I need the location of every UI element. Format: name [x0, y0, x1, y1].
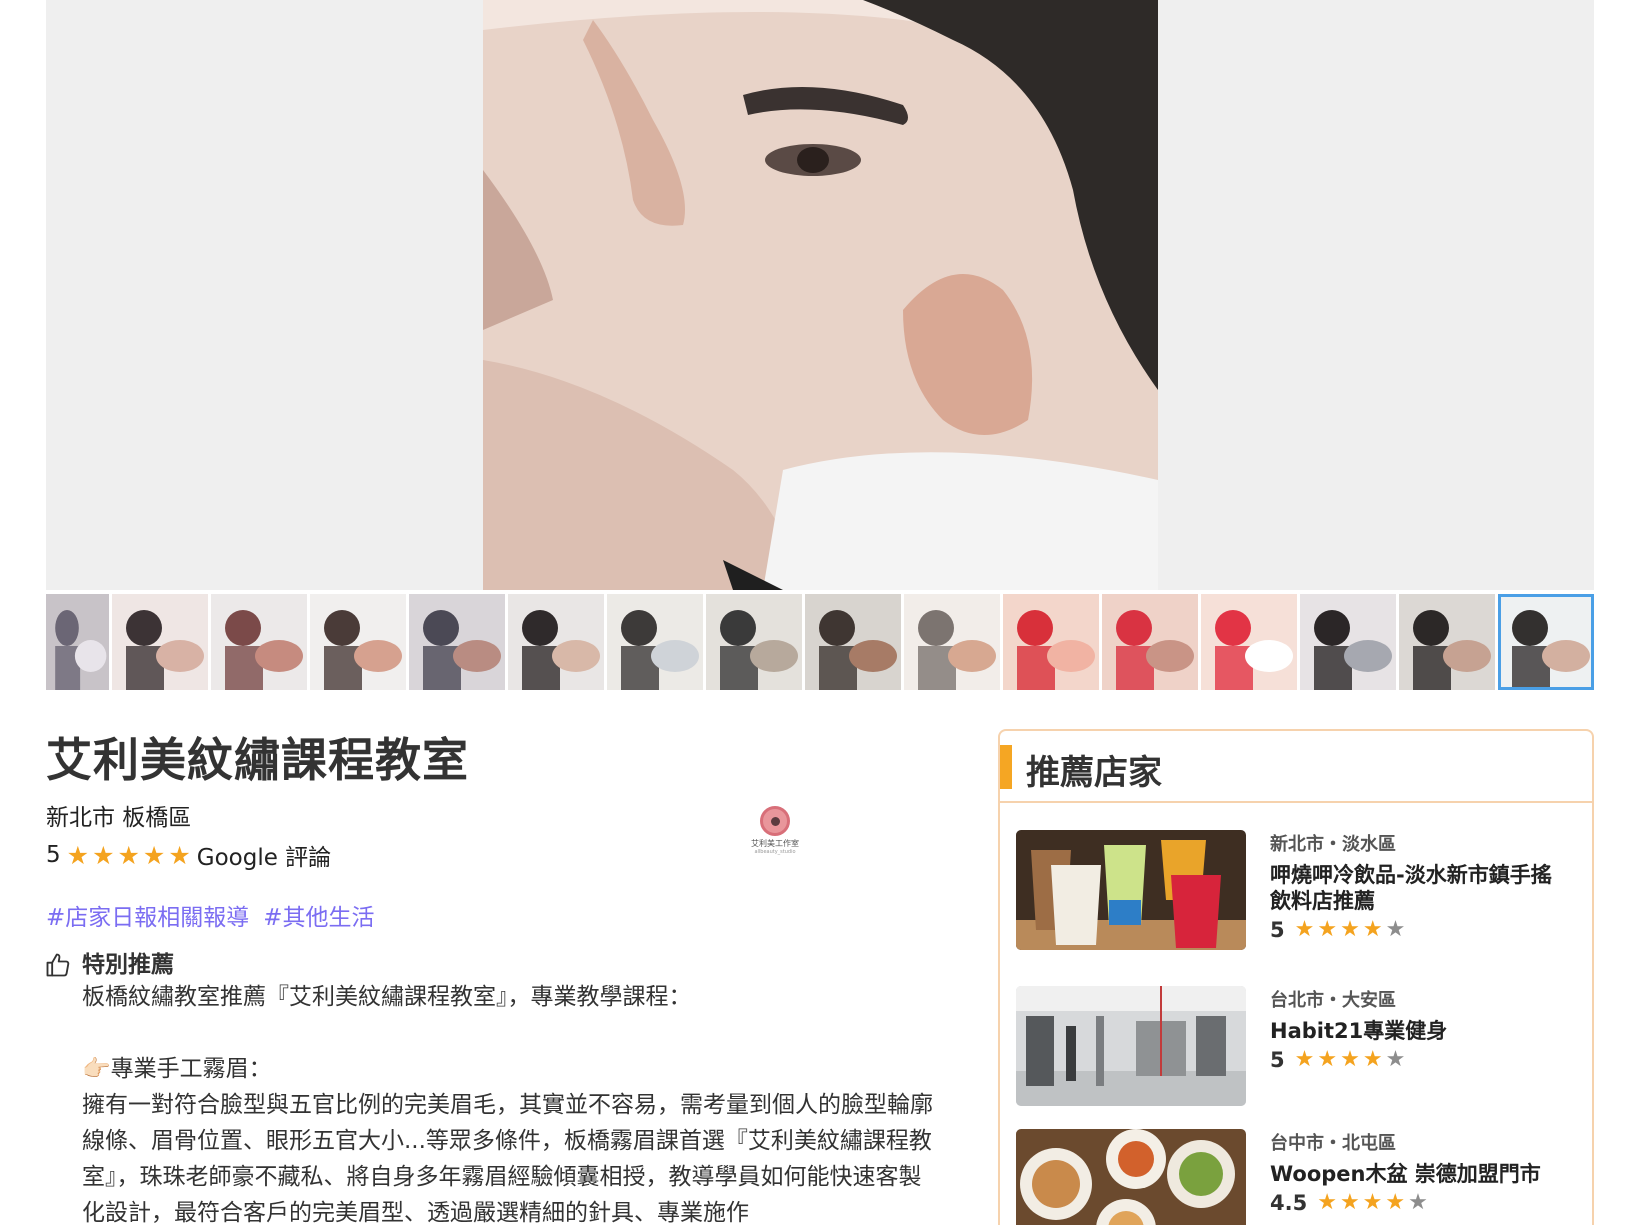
star-empty-icon: ★: [1408, 1190, 1428, 1215]
recommendation-body: 板橋紋繡教室推薦『艾利美紋繡課程教室』，專業教學課程： 👉🏻專業手工霧眉： 擁有…: [82, 979, 942, 1225]
star-filled-icon: ★: [1317, 1047, 1338, 1072]
recommendation-heading: 特別推薦: [82, 952, 174, 978]
star-filled-icon: ★: [1339, 1190, 1360, 1215]
store-image-gym[interactable]: [1016, 986, 1246, 1106]
shop-rating: 5 ★ ★ ★ ★ ★ Google 評論: [46, 838, 331, 872]
star-filled-icon: ★: [1340, 917, 1360, 942]
star-filled-icon: ★: [1385, 1190, 1406, 1215]
star-filled-icon: ★: [168, 840, 191, 870]
store-rating: 5 ★ ★ ★ ★ ★: [1270, 1048, 1570, 1072]
star-filled-icon: ★: [1340, 1047, 1360, 1072]
store-card[interactable]: 台北市・大安區 Habit21專業健身 5 ★ ★ ★ ★ ★: [1016, 986, 1580, 1106]
store-card[interactable]: 新北市・淡水區 呷燒呷冷飲品-淡水新市鎮手搖飲料店推薦 5 ★ ★ ★ ★ ★: [1016, 830, 1580, 950]
store-image-food[interactable]: [1016, 1129, 1246, 1225]
thumbs-up-icon: [46, 953, 70, 977]
gallery-thumbnail[interactable]: [706, 594, 802, 690]
recommendation-paragraph: 擁有一對符合臉型與五官比例的完美眉毛，其實並不容易，需考量到個人的臉型輪廓線條、…: [82, 1092, 933, 1225]
recommended-stores-panel: 推薦店家 新北市・淡水區 呷燒呷冷飲品-淡水新市鎮手搖飲料店推薦 5 ★ ★ ★…: [998, 729, 1594, 1225]
star-filled-icon: ★: [1317, 917, 1338, 942]
store-location: 新北市・淡水區: [1270, 834, 1396, 855]
logo-subtext: allbeauty_studio: [754, 848, 796, 855]
star-filled-icon: ★: [66, 840, 90, 870]
store-rating-value: 5: [1270, 918, 1285, 942]
recommendation-intro: 板橋紋繡教室推薦『艾利美紋繡課程教室』，專業教學課程：: [82, 984, 692, 1010]
recommendation-bullet: 👉🏻專業手工霧眉：: [82, 1056, 272, 1082]
store-location: 台北市・大安區: [1270, 990, 1396, 1011]
star-empty-icon: ★: [1385, 917, 1406, 942]
shop-location: 新北市 板橋區: [46, 805, 192, 831]
store-stars: ★ ★ ★ ★ ★: [1295, 1049, 1406, 1071]
gallery-thumbnail[interactable]: [1399, 594, 1495, 690]
store-rating: 5 ★ ★ ★ ★ ★: [1270, 918, 1570, 942]
photo-viewer[interactable]: [46, 0, 1594, 590]
tag-list: #店家日報相關報導 #其他生活: [46, 898, 375, 932]
logo-text: 艾利美工作室: [751, 838, 799, 848]
gallery-thumbnail[interactable]: [1003, 594, 1099, 690]
store-stars: ★ ★ ★ ★ ★: [1317, 1192, 1428, 1214]
gallery-thumbnail[interactable]: [112, 594, 208, 690]
star-filled-icon: ★: [92, 840, 115, 870]
gallery-thumbnail[interactable]: [310, 594, 406, 690]
rating-value: 5: [46, 842, 61, 868]
store-image-drinks[interactable]: [1016, 830, 1246, 950]
tag-link[interactable]: #其他生活: [263, 898, 374, 932]
store-rating-value: 4.5: [1270, 1191, 1308, 1215]
shop-title: 艾利美紋繡課程教室: [46, 733, 469, 787]
store-location: 台中市・北屯區: [1270, 1133, 1396, 1154]
panel-header: 推薦店家: [1000, 731, 1592, 803]
gallery-thumbnail[interactable]: [1300, 594, 1396, 690]
rating-source[interactable]: Google 評論: [197, 838, 331, 872]
panel-title: 推薦店家: [1026, 753, 1162, 793]
gallery-thumbnail[interactable]: [1498, 594, 1594, 690]
gallery-thumbnail[interactable]: [1102, 594, 1198, 690]
star-filled-icon: ★: [1294, 1047, 1315, 1072]
star-filled-icon: ★: [1294, 917, 1315, 942]
tag-link[interactable]: #店家日報相關報導: [46, 898, 249, 932]
gallery-thumbnail[interactable]: [607, 594, 703, 690]
star-empty-icon: ★: [1385, 1047, 1406, 1072]
star-filled-icon: ★: [1362, 917, 1383, 942]
panel-accent-bar: [1000, 745, 1012, 789]
star-filled-icon: ★: [1362, 1047, 1383, 1072]
gallery-thumbnail[interactable]: [46, 594, 109, 690]
gallery-thumbnail[interactable]: [1201, 594, 1297, 690]
shop-logo: 艾利美工作室 allbeauty_studio: [742, 797, 808, 863]
store-info: 新北市・淡水區 呷燒呷冷飲品-淡水新市鎮手搖飲料店推薦 5 ★ ★ ★ ★ ★: [1270, 830, 1570, 942]
thumbnail-strip: [46, 594, 1594, 690]
store-name[interactable]: Habit21專業健身: [1270, 1018, 1570, 1044]
gallery-thumbnail[interactable]: [211, 594, 307, 690]
rating-stars: ★ ★ ★ ★ ★: [67, 843, 191, 868]
star-filled-icon: ★: [117, 840, 140, 870]
gallery-thumbnail[interactable]: [904, 594, 1000, 690]
store-name[interactable]: 呷燒呷冷飲品-淡水新市鎮手搖飲料店推薦: [1270, 862, 1570, 914]
store-name[interactable]: Woopen木盆 崇德加盟門市: [1270, 1161, 1570, 1187]
star-filled-icon: ★: [1317, 1190, 1337, 1215]
store-info: 台北市・大安區 Habit21專業健身 5 ★ ★ ★ ★ ★: [1270, 986, 1570, 1072]
gallery-thumbnail[interactable]: [409, 594, 505, 690]
star-filled-icon: ★: [1362, 1190, 1383, 1215]
store-info: 台中市・北屯區 Woopen木盆 崇德加盟門市 4.5 ★ ★ ★ ★ ★: [1270, 1129, 1570, 1215]
gallery-thumbnail[interactable]: [805, 594, 901, 690]
main-photo: [483, 0, 1158, 590]
store-card[interactable]: 台中市・北屯區 Woopen木盆 崇德加盟門市 4.5 ★ ★ ★ ★ ★: [1016, 1129, 1580, 1225]
store-rating: 4.5 ★ ★ ★ ★ ★: [1270, 1191, 1570, 1215]
gallery-thumbnail[interactable]: [508, 594, 604, 690]
star-filled-icon: ★: [142, 840, 166, 870]
page: 艾利美紋繡課程教室 新北市 板橋區 5 ★ ★ ★ ★ ★ Google 評論 艾利美工…: [0, 0, 1634, 1225]
store-stars: ★ ★ ★ ★ ★: [1295, 919, 1406, 941]
store-rating-value: 5: [1270, 1048, 1285, 1072]
logo-emblem: [760, 805, 790, 836]
